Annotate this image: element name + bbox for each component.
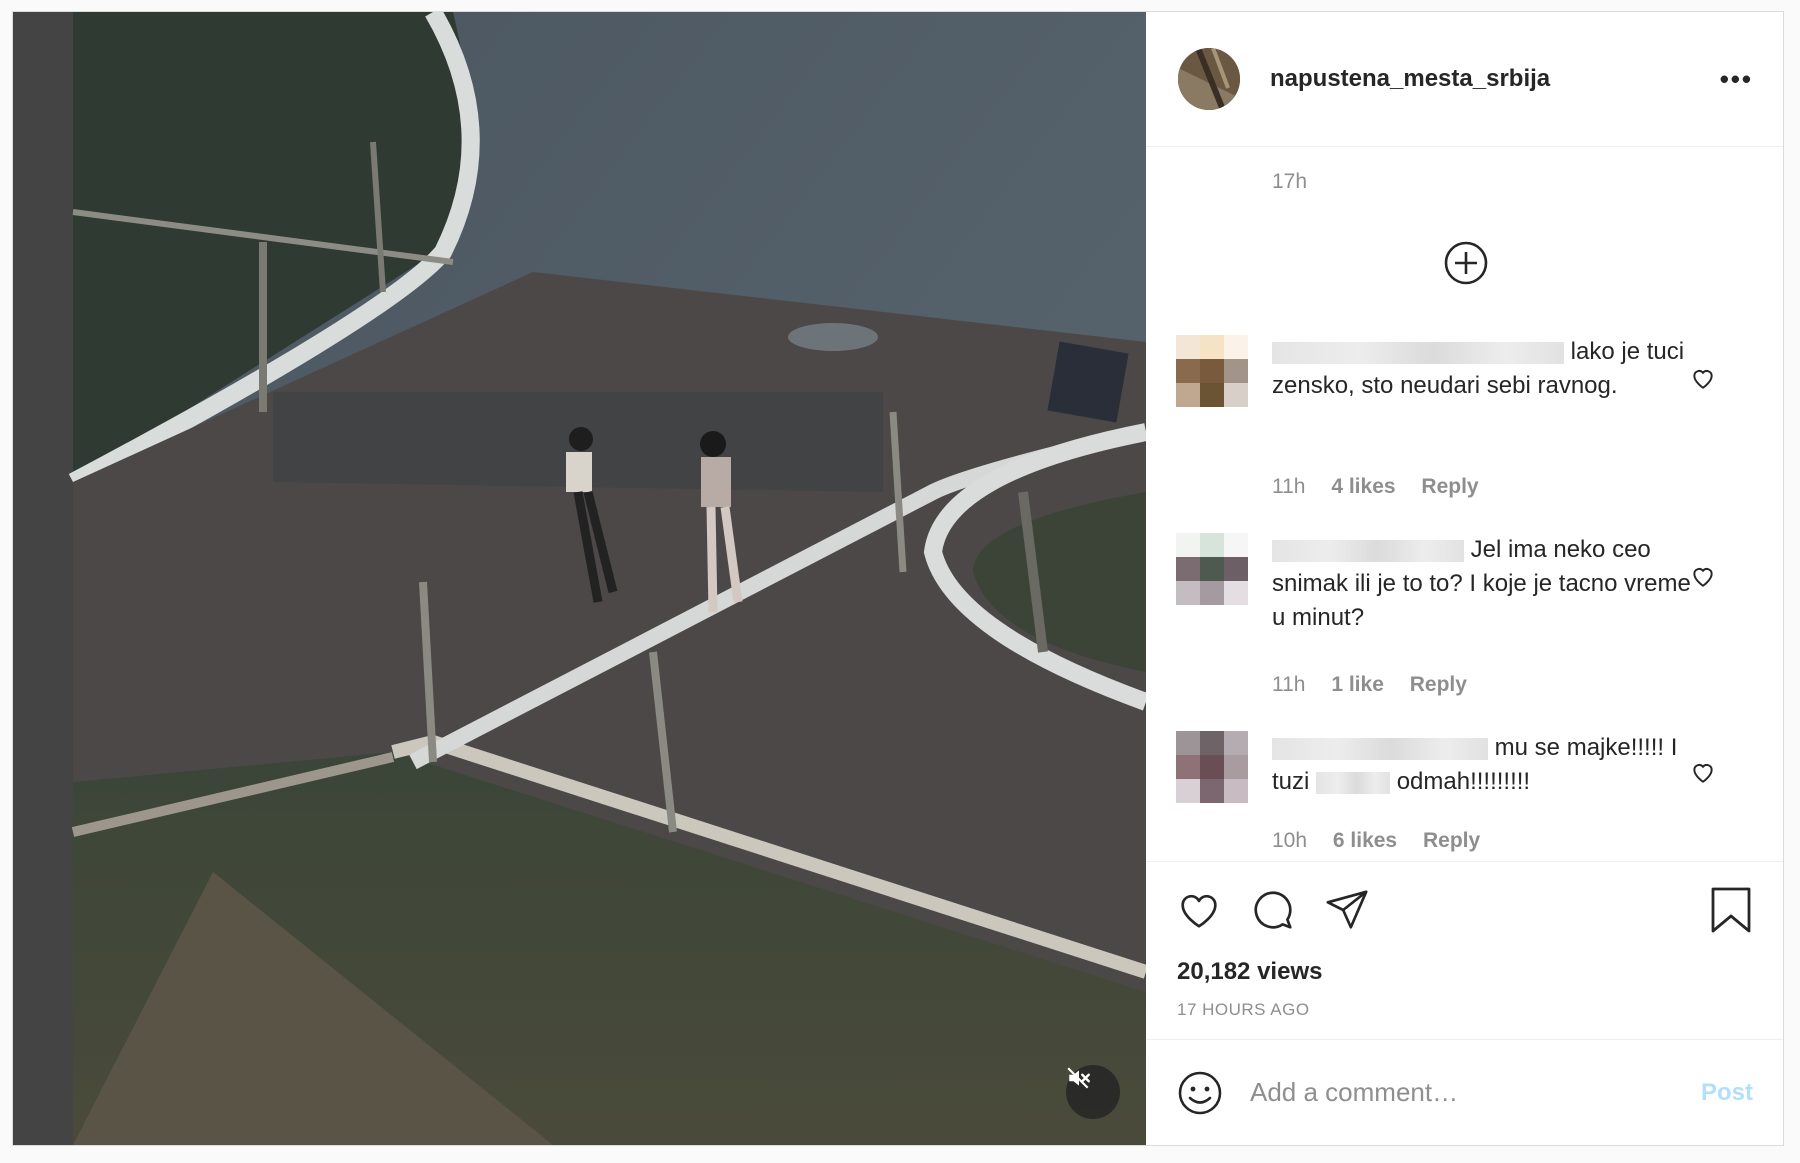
comment-body-end: odmah!!!!!!!!! [1396,768,1531,795]
comments-list[interactable]: 17h lako je tuci zensko, sto neudari seb… [1146,147,1783,862]
caption-time: 17h [1272,170,1308,193]
comment-text: Jel ima neko ceo snimak ili je to to? I … [1272,533,1692,635]
reply-button[interactable]: Reply [1423,829,1480,852]
video-player[interactable] [13,12,1146,1145]
speech-bubble-icon[interactable] [1250,887,1296,933]
post-dialog: napustena_mesta_srbija ••• 17h lako je t [12,11,1784,1146]
comment-text: mu se majke!!!!! I tuzi odmah!!!!!!!!! [1272,731,1712,799]
username-link[interactable]: napustena_mesta_srbija [1270,65,1720,93]
post-side-panel: napustena_mesta_srbija ••• 17h lako je t [1146,12,1783,1145]
speaker-muted-icon [1067,1067,1090,1089]
heart-icon[interactable] [1690,365,1716,391]
video-frame [13,12,1146,1145]
heart-icon[interactable] [1690,759,1716,785]
comment-time: 11h [1272,475,1306,498]
mute-button[interactable] [1066,1065,1120,1119]
comment-time: 10h [1272,829,1308,852]
post-header: napustena_mesta_srbija ••• [1146,12,1783,147]
heart-icon[interactable] [1690,563,1716,589]
comment-likes[interactable]: 1 like [1331,673,1384,696]
redacted-word [1316,771,1391,794]
comment-likes[interactable]: 4 likes [1331,475,1395,498]
redacted-username [1272,539,1464,562]
post-comment-button[interactable]: Post [1701,1079,1753,1107]
comment-meta: 10h 6 likes Reply [1272,829,1500,853]
add-comment-bar: Post [1146,1039,1783,1145]
comment-meta: 11h 4 likes Reply [1272,475,1499,499]
commenter-avatar[interactable] [1176,731,1248,803]
comment-text: lako je tuci zensko, sto neudari sebi ra… [1272,335,1692,403]
avatar-image [1178,48,1240,110]
view-count[interactable]: 20,182 views [1146,958,1783,986]
action-bar [1146,862,1783,958]
comment-input[interactable] [1250,1077,1701,1108]
commenter-avatar[interactable] [1176,335,1248,407]
bookmark-icon[interactable] [1709,886,1753,934]
heart-icon[interactable] [1176,887,1222,933]
plus-circle-icon[interactable] [1442,239,1490,287]
smiley-icon[interactable] [1176,1069,1224,1117]
post-timestamp: 17 HOURS AGO [1177,1000,1310,1019]
paper-plane-icon[interactable] [1324,887,1370,933]
commenter-avatar[interactable] [1176,533,1248,605]
avatar[interactable] [1178,48,1240,110]
redacted-username [1272,341,1564,364]
more-options-button[interactable]: ••• [1720,64,1753,95]
reply-button[interactable]: Reply [1421,475,1478,498]
redacted-username [1272,737,1488,760]
reply-button[interactable]: Reply [1410,673,1467,696]
comment-time: 11h [1272,673,1306,696]
comment-likes[interactable]: 6 likes [1333,829,1397,852]
comment-meta: 11h 1 like Reply [1272,673,1487,697]
